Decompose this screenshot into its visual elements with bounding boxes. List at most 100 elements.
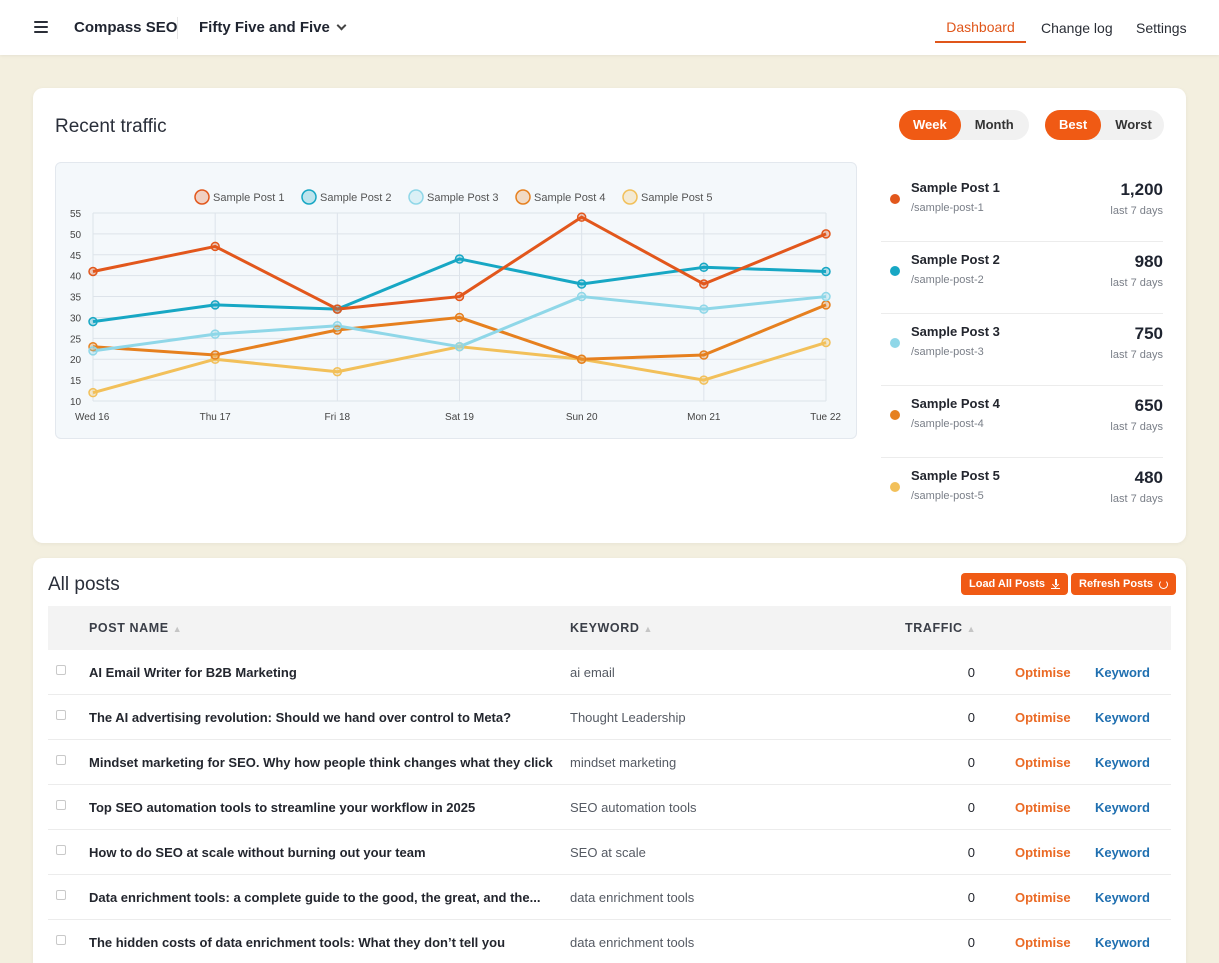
keyword-link[interactable]: Keyword (1095, 935, 1150, 950)
top-post-name: Sample Post 3 (911, 324, 1000, 339)
data-point (699, 262, 709, 273)
post-name-cell: How to do SEO at scale without burning o… (89, 845, 426, 860)
traffic-cell: 0 (967, 935, 975, 950)
column-keyword[interactable]: KEYWORD ▲ (570, 621, 653, 635)
legend-label: Sample Post 2 (320, 192, 392, 204)
table-row: AI Email Writer for B2B Marketing ai emai… (48, 650, 1171, 695)
top-post-period: last 7 days (1110, 493, 1163, 505)
refresh-posts-button[interactable]: Refresh Posts (1071, 573, 1176, 595)
x-tick-label: Thu 17 (200, 412, 232, 423)
column-traffic-label: TRAFFIC (905, 621, 963, 635)
top-post-name: Sample Post 4 (911, 396, 1000, 411)
legend-marker (301, 189, 317, 205)
refresh-icon (1158, 579, 1168, 589)
post-name-cell: Mindset marketing for SEO. Why how peopl… (89, 755, 553, 770)
hamburger-menu-icon[interactable] (34, 21, 48, 33)
table-row: The AI advertising revolution: Should we… (48, 695, 1171, 740)
optimise-link[interactable]: Optimise (1015, 800, 1071, 815)
keyword-cell: data enrichment tools (570, 890, 695, 905)
range-month-button[interactable]: Month (961, 110, 1028, 140)
nav-change-log[interactable]: Change log (1041, 0, 1113, 55)
keyword-link[interactable]: Keyword (1095, 800, 1150, 815)
data-point (699, 375, 709, 385)
row-checkbox[interactable] (56, 935, 66, 945)
load-all-posts-button[interactable]: Load All Posts (961, 573, 1068, 595)
series-color-dot (890, 266, 900, 276)
data-point (332, 304, 343, 314)
column-post-name[interactable]: POST NAME ▲ (89, 621, 182, 635)
top-post-item[interactable]: Sample Post 5 /sample-post-5 480 last 7 … (881, 458, 1163, 530)
row-checkbox[interactable] (56, 845, 66, 855)
top-post-slug: /sample-post-5 (911, 490, 984, 502)
range-week-button[interactable]: Week (899, 110, 961, 140)
optimise-link[interactable]: Optimise (1015, 665, 1071, 680)
legend-label: Sample Post 5 (641, 192, 713, 204)
top-post-item[interactable]: Sample Post 1 /sample-post-1 1,200 last … (881, 170, 1163, 242)
data-point (210, 350, 220, 360)
traffic-cell: 0 (967, 665, 975, 680)
row-checkbox[interactable] (56, 800, 66, 810)
table-row: How to do SEO at scale without burning o… (48, 830, 1171, 875)
data-point (332, 367, 343, 377)
top-post-slug: /sample-post-4 (911, 418, 984, 430)
app-title: Compass SEO (74, 19, 178, 36)
legend-marker (408, 189, 424, 205)
range-toggle: Week Month (899, 110, 1029, 140)
sort-best-button[interactable]: Best (1045, 110, 1102, 140)
load-all-posts-label: Load All Posts (969, 578, 1045, 590)
top-post-period: last 7 days (1110, 421, 1163, 433)
all-posts-title: All posts (48, 574, 120, 595)
data-point (821, 337, 831, 348)
chevron-down-icon (336, 20, 347, 31)
nav-settings[interactable]: Settings (1136, 0, 1187, 55)
top-post-name: Sample Post 1 (911, 180, 1000, 195)
data-point (576, 354, 587, 364)
column-traffic[interactable]: TRAFFIC ▲ (905, 621, 976, 635)
optimise-link[interactable]: Optimise (1015, 710, 1071, 725)
optimise-link[interactable]: Optimise (1015, 755, 1071, 770)
keyword-link[interactable]: Keyword (1095, 890, 1150, 905)
y-tick-label: 10 (70, 397, 82, 408)
optimise-link[interactable]: Optimise (1015, 845, 1071, 860)
top-post-item[interactable]: Sample Post 4 /sample-post-4 650 last 7 … (881, 386, 1163, 458)
keyword-cell: Thought Leadership (570, 710, 686, 725)
optimise-link[interactable]: Optimise (1015, 935, 1071, 950)
y-tick-label: 35 (70, 293, 82, 304)
legend-label: Sample Post 4 (534, 192, 606, 204)
legend-marker (515, 189, 531, 205)
keyword-cell: data enrichment tools (570, 935, 695, 950)
top-post-traffic: 980 (1134, 252, 1163, 271)
top-post-item[interactable]: Sample Post 3 /sample-post-3 750 last 7 … (881, 314, 1163, 386)
data-point (821, 266, 831, 277)
legend-label: Sample Post 3 (427, 192, 499, 204)
top-post-period: last 7 days (1110, 349, 1163, 361)
row-checkbox[interactable] (56, 665, 66, 675)
data-point (88, 266, 98, 277)
top-bar: Compass SEO Fifty Five and Five Dashboar… (0, 0, 1219, 55)
nav-dashboard[interactable]: Dashboard (935, 0, 1026, 43)
keyword-link[interactable]: Keyword (1095, 755, 1150, 770)
y-tick-label: 40 (70, 272, 82, 283)
data-point (821, 300, 831, 310)
top-post-item[interactable]: Sample Post 2 /sample-post-2 980 last 7 … (881, 242, 1163, 314)
sort-icon: ▲ (643, 624, 653, 634)
traffic-cell: 0 (967, 800, 975, 815)
sort-worst-button[interactable]: Worst (1101, 110, 1166, 140)
series-color-dot (890, 482, 900, 492)
optimise-link[interactable]: Optimise (1015, 890, 1071, 905)
data-point (576, 291, 587, 302)
site-selector[interactable]: Fifty Five and Five (199, 19, 347, 36)
keyword-link[interactable]: Keyword (1095, 665, 1150, 680)
row-checkbox[interactable] (56, 710, 66, 720)
x-tick-label: Wed 16 (75, 412, 110, 423)
post-name-cell: AI Email Writer for B2B Marketing (89, 665, 297, 680)
table-row: Data enrichment tools: a complete guide … (48, 875, 1171, 920)
keyword-link[interactable]: Keyword (1095, 710, 1150, 725)
row-checkbox[interactable] (56, 890, 66, 900)
row-checkbox[interactable] (56, 755, 66, 765)
top-post-period: last 7 days (1110, 277, 1163, 289)
download-icon (1051, 579, 1060, 589)
refresh-posts-label: Refresh Posts (1079, 578, 1153, 590)
keyword-link[interactable]: Keyword (1095, 845, 1150, 860)
all-posts-card: All posts Load All Posts Refresh Posts P… (33, 558, 1186, 963)
